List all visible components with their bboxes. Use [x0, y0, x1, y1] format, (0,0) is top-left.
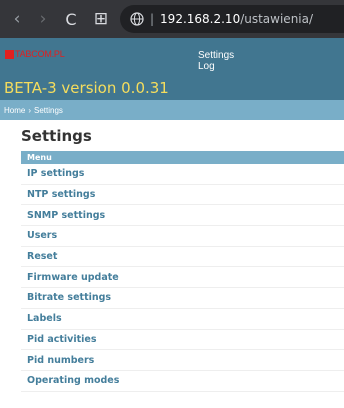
forward-icon[interactable]: › — [32, 8, 54, 30]
url-path: /ustawienia/ — [240, 12, 314, 26]
reload-icon[interactable]: C — [60, 8, 82, 30]
menu-item-reset[interactable]: Reset — [21, 247, 344, 268]
breadcrumb-home[interactable]: Home — [4, 106, 25, 115]
menu-item-firmware-update[interactable]: Firmware update — [21, 267, 344, 289]
back-icon[interactable]: ‹ — [6, 8, 28, 30]
site-header: TABCOM.PL Settings Log BETA-3 version 0.… — [0, 38, 344, 100]
site-title[interactable]: BETA-3 version 0.0.31 — [4, 79, 169, 97]
menu-caption: Menu — [21, 151, 344, 164]
menu-item-ip-settings[interactable]: IP settings — [21, 164, 344, 185]
browser-toolbar: ‹ › C ⊞ | 192.168.2.10/ustawienia/ — [0, 0, 344, 38]
globe-icon — [130, 12, 144, 26]
user-tools: Settings Log — [198, 50, 234, 72]
breadcrumb-current: Settings — [34, 105, 63, 115]
menu-item-snmp-settings[interactable]: SNMP settings — [21, 205, 344, 227]
logo[interactable]: TABCOM.PL — [15, 49, 65, 59]
address-bar[interactable]: | 192.168.2.10/ustawienia/ — [120, 5, 344, 33]
logo-icon — [5, 50, 14, 59]
breadcrumb: Home › Settings — [0, 100, 344, 120]
menu-item-labels[interactable]: Labels — [21, 309, 344, 330]
menu-item-operating-modes[interactable]: Operating modes — [21, 371, 344, 392]
breadcrumb-separator: › — [28, 105, 32, 115]
apps-icon[interactable]: ⊞ — [90, 8, 112, 30]
url-host: 192.168.2.10 — [160, 12, 241, 26]
address-separator: | — [150, 12, 155, 26]
settings-menu: Menu IP settings NTP settings SNMP setti… — [21, 151, 344, 392]
log-link[interactable]: Log — [198, 61, 234, 72]
menu-item-ntp-settings[interactable]: NTP settings — [21, 185, 344, 206]
menu-item-pid-numbers[interactable]: Pid numbers — [21, 350, 344, 371]
menu-item-users[interactable]: Users — [21, 226, 344, 247]
menu-item-pid-activities[interactable]: Pid activities — [21, 330, 344, 351]
menu-item-bitrate-settings[interactable]: Bitrate settings — [21, 288, 344, 309]
settings-link[interactable]: Settings — [198, 50, 234, 61]
page-title: Settings — [21, 127, 92, 145]
